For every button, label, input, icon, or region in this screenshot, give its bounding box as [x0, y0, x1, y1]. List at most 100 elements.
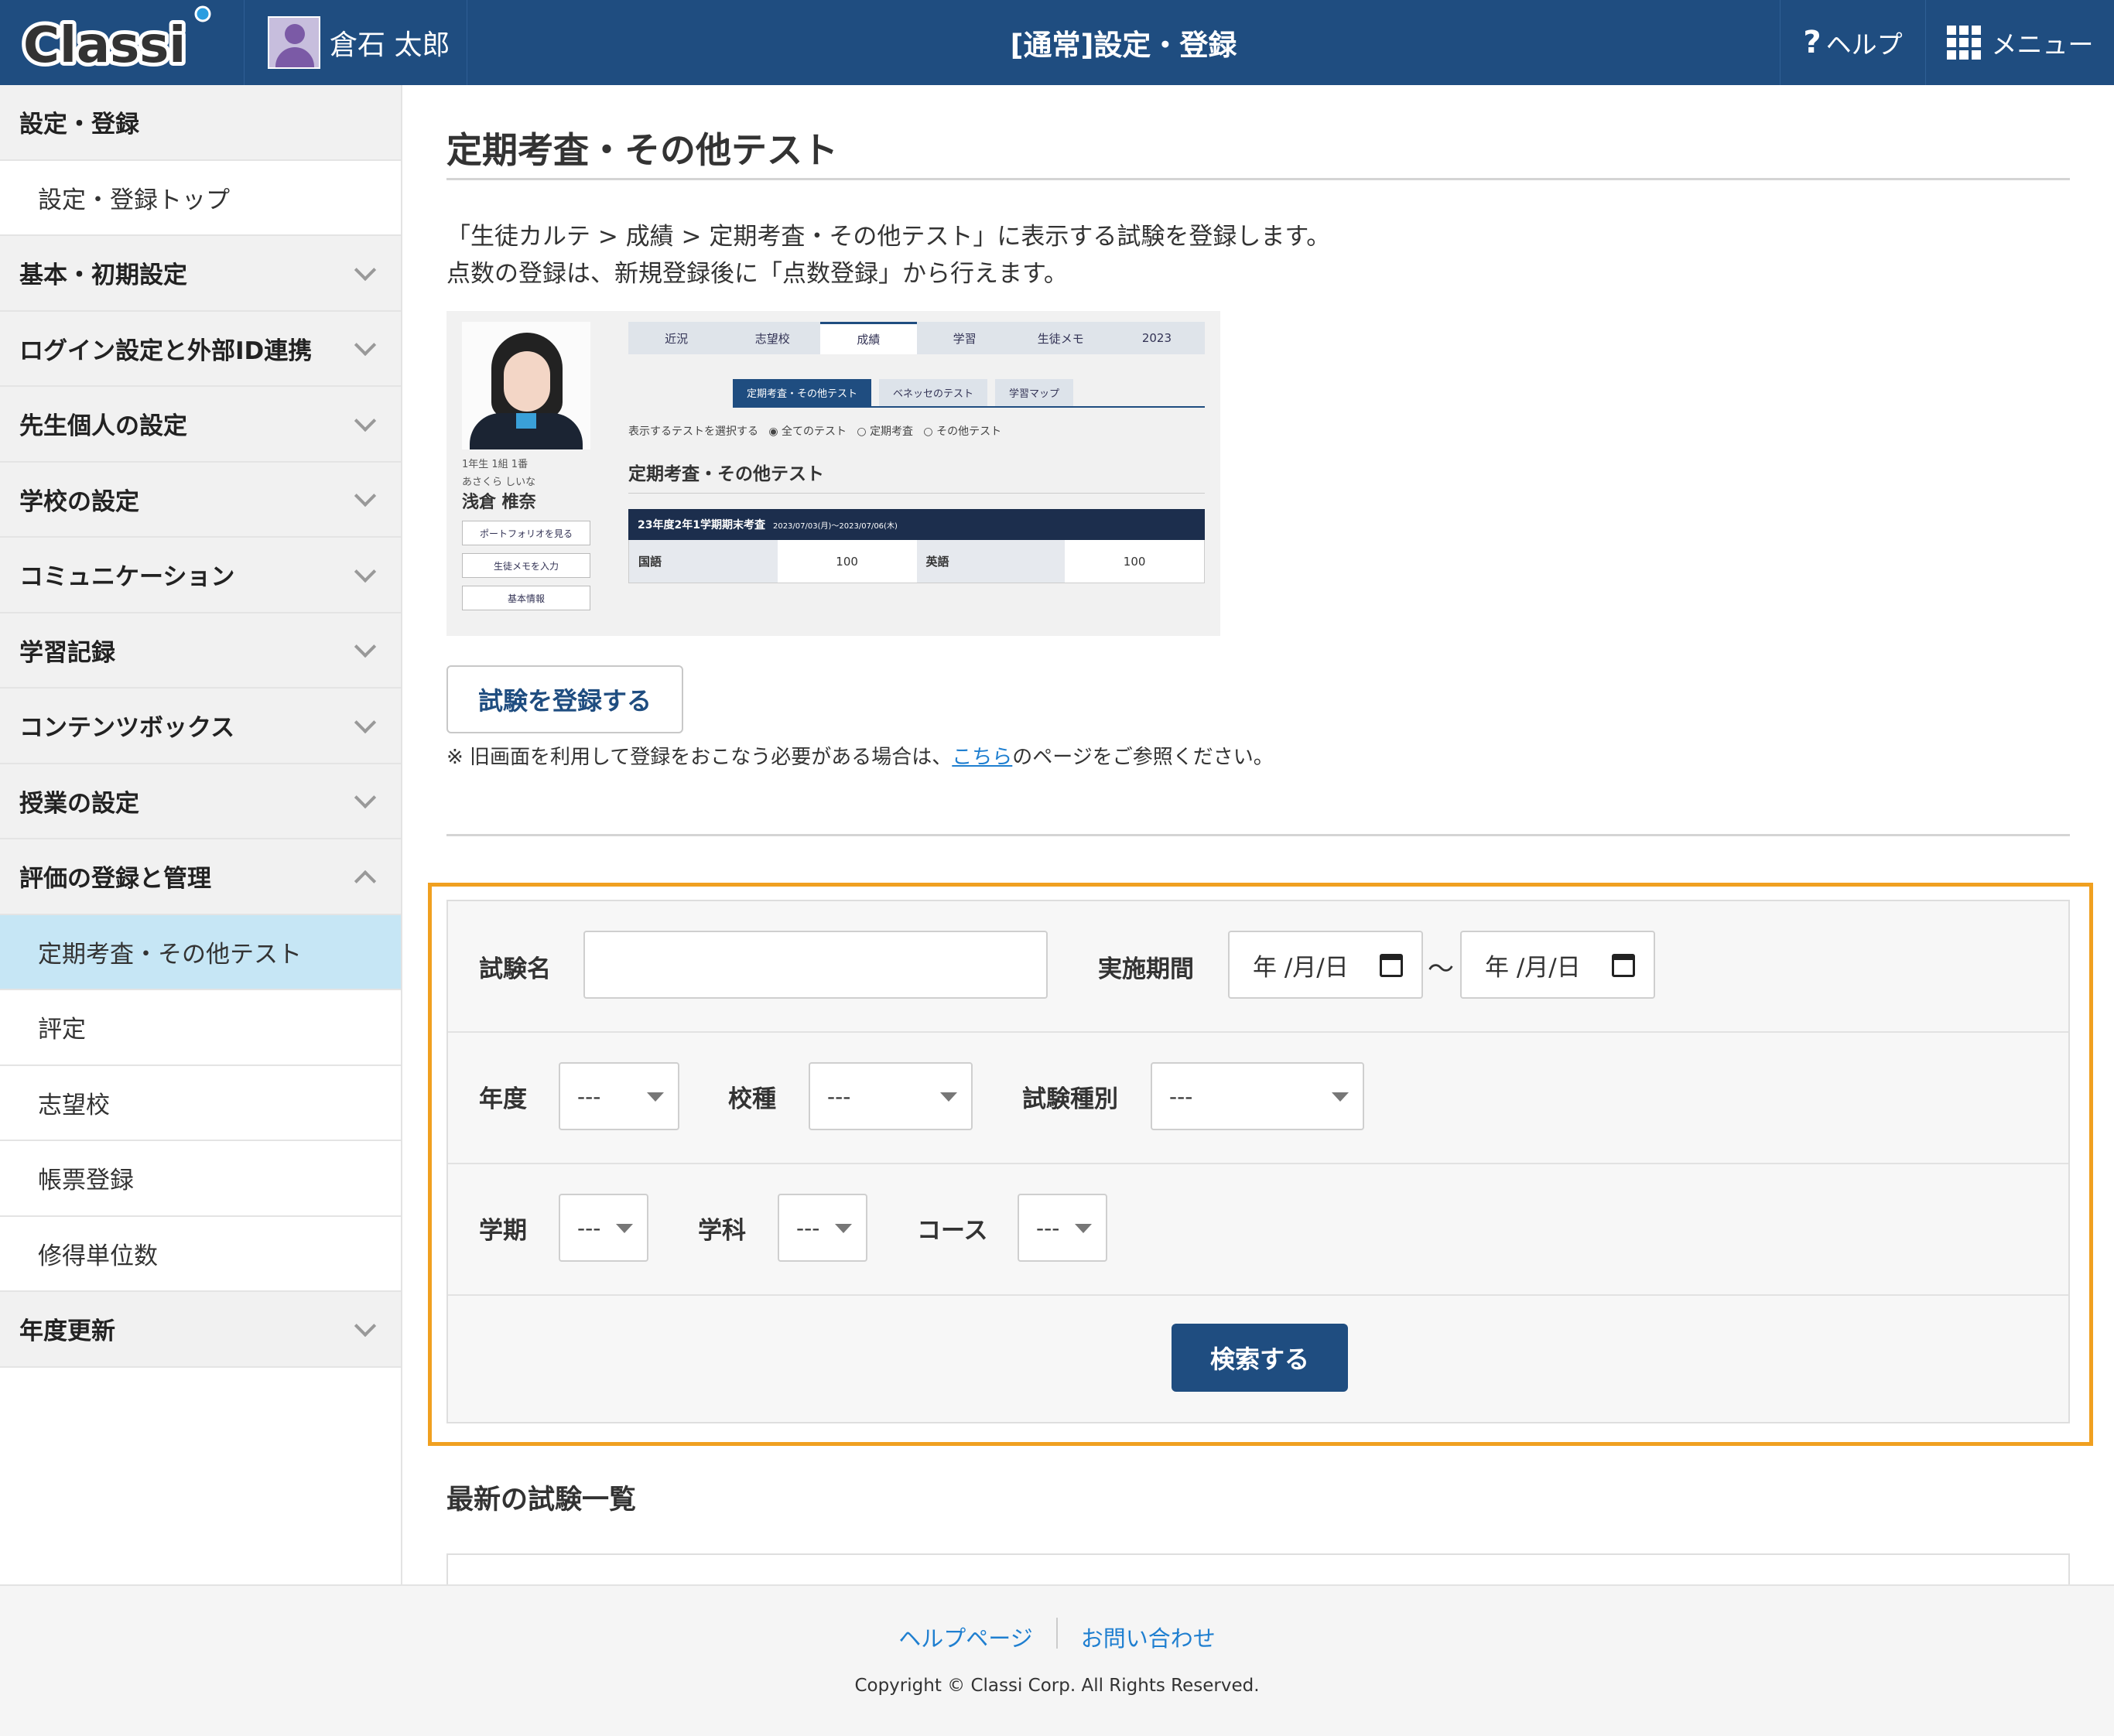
chevron-down-icon: [354, 711, 377, 733]
sidebar-item-year-update[interactable]: 年度更新: [0, 1292, 401, 1368]
user-profile[interactable]: 倉石 太郎: [245, 0, 467, 85]
legacy-page-link[interactable]: こちら: [952, 746, 1012, 769]
chevron-down-icon: [354, 1314, 377, 1337]
exam-name-input[interactable]: [583, 931, 1048, 999]
footer: ヘルプページ お問い合わせ Copyright © Classi Corp. A…: [0, 1584, 2114, 1736]
sidebar-item-settings-top[interactable]: 設定・登録トップ: [0, 160, 401, 236]
school-type-select-value: ---: [827, 1083, 851, 1109]
term-select-value: ---: [577, 1215, 601, 1241]
preview-exam-dates: 2023/07/03(月)〜2023/07/06(木): [772, 521, 898, 531]
sidebar-item-label: 帳票登録: [38, 1167, 134, 1195]
sidebar-item-label: ログイン設定と外部ID連携: [19, 337, 313, 365]
school-type-select[interactable]: ---: [809, 1062, 973, 1130]
preview-score: 100: [1065, 540, 1204, 583]
course-select[interactable]: ---: [1018, 1194, 1107, 1262]
sidebar-item-evaluation[interactable]: 評価の登録と管理: [0, 839, 401, 915]
sidebar-item-settings[interactable]: 設定・登録: [0, 85, 401, 161]
sidebar-item-label: 評定: [38, 1016, 86, 1044]
sidebar-item-login-settings[interactable]: ログイン設定と外部ID連携: [0, 311, 401, 387]
preview-tab: 成績: [820, 322, 917, 354]
sidebar-item-content-box[interactable]: コンテンツボックス: [0, 689, 401, 764]
page-header-title: [通常]設定・登録: [1010, 29, 1237, 62]
preview-radio-label: 表示するテストを選択する: [628, 425, 758, 438]
preview-exam-name: 23年度2年1学期期末考査: [638, 519, 765, 531]
page-description: 「生徒カルテ > 成績 > 定期考査・その他テスト」に表示する試験を登録します。…: [446, 218, 1330, 292]
copyright: Copyright © Classi Corp. All Rights Rese…: [854, 1676, 1260, 1696]
preview-exam-bar: 23年度2年1学期期末考査 2023/07/03(月)〜2023/07/06(木…: [628, 509, 1205, 540]
contact-link[interactable]: お問い合わせ: [1058, 1621, 1239, 1653]
classi-logo-mark: Classi Classi: [19, 5, 211, 78]
dropdown-arrow-icon: [1075, 1224, 1092, 1233]
chevron-down-icon: [354, 560, 377, 583]
sidebar-item-label: 修得単位数: [38, 1242, 158, 1270]
search-panel: 試験名 実施期間 年 /月/日 〜 年 /月/日 年度 --- 校種 --- 試…: [446, 900, 2070, 1423]
department-label: 学科: [698, 1217, 746, 1245]
year-label: 年度: [479, 1085, 527, 1113]
exam-type-label: 試験種別: [1022, 1085, 1118, 1113]
classi-logo-text: Classi: [23, 17, 186, 74]
sidebar-item-teacher-settings[interactable]: 先生個人の設定: [0, 387, 401, 463]
sidebar-item-class-settings[interactable]: 授業の設定: [0, 764, 401, 839]
menu-label: メニュー: [1991, 29, 2094, 60]
dropdown-arrow-icon: [647, 1092, 664, 1102]
sidebar-item-label: 学習記録: [19, 638, 115, 667]
question-icon: ?: [1803, 25, 1822, 60]
sidebar-item-grades[interactable]: 評定: [0, 990, 401, 1066]
calendar-icon[interactable]: [1380, 954, 1403, 977]
preview-record-panel: 近況 志望校 成績 学習 生徒メモ 2023 定期考査・その他テスト ベネッセの…: [628, 322, 1205, 625]
menu-button[interactable]: メニュー: [1925, 0, 2114, 85]
search-row-year-type: 年度 --- 校種 --- 試験種別 ---: [448, 1033, 2068, 1164]
date-to-input[interactable]: 年 /月/日: [1460, 931, 1655, 999]
search-row-name-period: 試験名 実施期間 年 /月/日 〜 年 /月/日: [448, 901, 2068, 1033]
chevron-down-icon: [354, 334, 377, 357]
term-select[interactable]: ---: [559, 1194, 648, 1262]
note-suffix: のページをご参照ください。: [1012, 746, 1274, 769]
exam-type-select[interactable]: ---: [1151, 1062, 1364, 1130]
preview-tabs: 近況 志望校 成績 学習 生徒メモ 2023: [628, 322, 1205, 354]
sidebar-item-target-schools[interactable]: 志望校: [0, 1065, 401, 1141]
sidebar-item-forms[interactable]: 帳票登録: [0, 1141, 401, 1217]
preview-subtab: ベネッセのテスト: [879, 379, 988, 406]
sidebar-item-basic-setup[interactable]: 基本・初期設定: [0, 236, 401, 312]
sidebar-item-communication[interactable]: コミュニケーション: [0, 538, 401, 613]
preview-heading: 定期考査・その他テスト: [628, 459, 1205, 494]
period-label: 実施期間: [1098, 955, 1194, 983]
preview-tab: 志望校: [754, 331, 790, 346]
course-label: コース: [917, 1217, 988, 1245]
preview-subtab: 学習マップ: [995, 379, 1074, 406]
sidebar-item-school-settings[interactable]: 学校の設定: [0, 462, 401, 538]
chevron-down-icon: [354, 787, 377, 809]
department-select[interactable]: ---: [778, 1194, 867, 1262]
preview-student-name: 浅倉 椎奈: [462, 493, 536, 512]
page-title: 定期考査・その他テスト: [446, 129, 838, 171]
sidebar-item-learning-records[interactable]: 学習記録: [0, 613, 401, 689]
user-name: 倉石 太郎: [330, 29, 450, 61]
grid-menu-icon: [1946, 26, 1981, 60]
date-from-value: 年 /月/日: [1253, 953, 1349, 982]
sidebar-item-label: 学校の設定: [19, 487, 139, 516]
preview-radio-group: 表示するテストを選択する ◉ 全てのテスト ○ 定期考査 ○ その他テスト: [628, 425, 1002, 438]
help-page-link[interactable]: ヘルプページ: [875, 1621, 1055, 1653]
footer-links: ヘルプページ お問い合わせ: [0, 1618, 2114, 1653]
section-divider: [446, 834, 2070, 836]
exam-list-table: [446, 1553, 2070, 1584]
sidebar-item-credits[interactable]: 修得単位数: [0, 1216, 401, 1292]
sidebar-item-regular-exams[interactable]: 定期考査・その他テスト: [0, 914, 401, 990]
sidebar-item-label: コミュニケーション: [19, 563, 235, 592]
search-button[interactable]: 検索する: [1172, 1324, 1348, 1392]
sidebar-item-label: 先生個人の設定: [19, 412, 187, 441]
help-button[interactable]: ? ヘルプ: [1780, 0, 1925, 85]
preview-grade: 1年生 1組 1番: [462, 459, 528, 470]
year-select[interactable]: ---: [559, 1062, 679, 1130]
preview-subtab: 定期考査・その他テスト: [733, 379, 872, 406]
date-from-input[interactable]: 年 /月/日: [1228, 931, 1423, 999]
term-label: 学期: [479, 1217, 527, 1245]
preview-tab: 学習: [953, 331, 977, 346]
preview-memo-button: 生徒メモを入力: [462, 553, 590, 578]
register-exam-button[interactable]: 試験を登録する: [446, 665, 683, 733]
description-line: 点数の登録は、新規登録後に「点数登録」から行えます。: [446, 260, 1068, 288]
classi-logo[interactable]: Classi Classi: [0, 0, 245, 85]
preview-subject: 国語: [629, 540, 778, 583]
calendar-icon[interactable]: [1612, 954, 1635, 977]
preview-tab: 2023: [1141, 331, 1172, 345]
